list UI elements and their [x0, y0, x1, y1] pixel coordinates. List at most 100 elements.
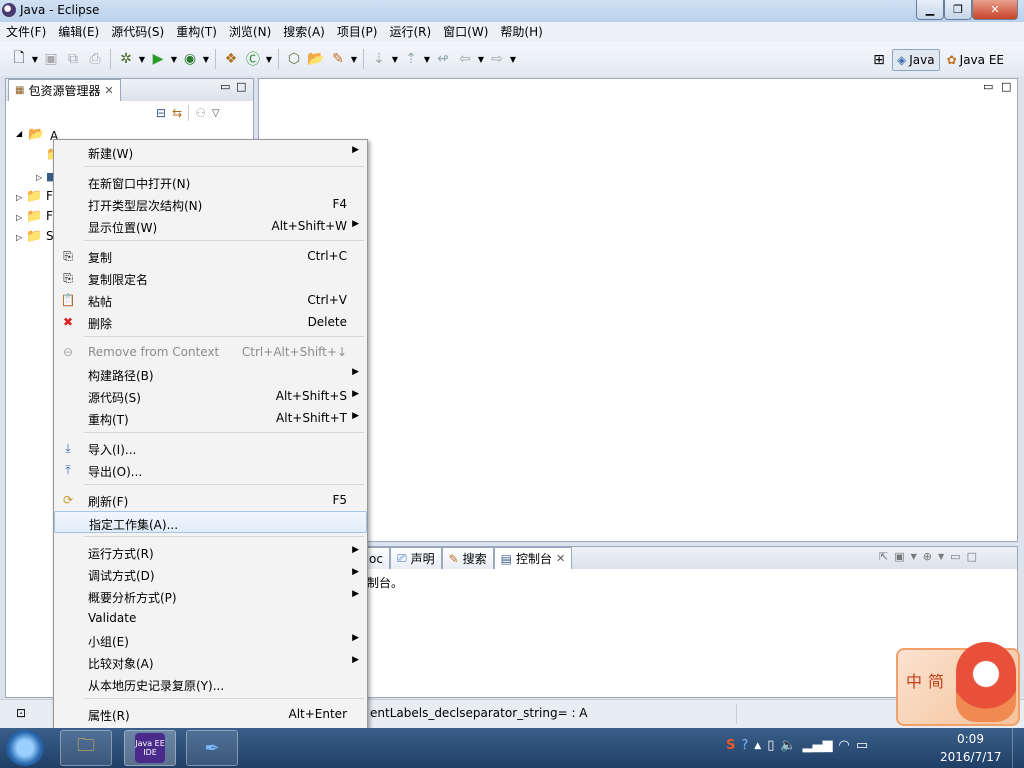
- save-icon[interactable]: ▣: [40, 48, 62, 70]
- context-menu-item[interactable]: ⎘ 复制 Ctrl+C: [54, 245, 367, 267]
- dropdown-arrow-icon[interactable]: ▼: [349, 48, 359, 70]
- external-tools-icon[interactable]: ◉: [179, 48, 201, 70]
- tab-package-explorer[interactable]: ▦ 包资源管理器 ✕: [8, 79, 121, 101]
- dropdown-arrow-icon[interactable]: ▼: [169, 48, 179, 70]
- tray-expand-icon[interactable]: ▲: [754, 741, 761, 751]
- context-menu-item[interactable]: 指定工作集(A)...: [54, 511, 367, 533]
- expanded-arrow-icon[interactable]: ◢: [16, 129, 22, 138]
- collapsed-arrow-icon[interactable]: ▷: [16, 193, 22, 202]
- open-folder-icon[interactable]: 📂: [305, 48, 327, 70]
- tab-console[interactable]: ▤ 控制台 ✕: [493, 547, 573, 569]
- menu-navigate[interactable]: 浏览(N): [223, 22, 277, 42]
- tab-search[interactable]: ✎ 搜索: [441, 547, 494, 569]
- context-menu-item[interactable]: 比较对象(A) ▶: [54, 651, 367, 673]
- context-menu-item[interactable]: ⟳ 刷新(F) F5: [54, 489, 367, 511]
- display-console-icon[interactable]: ▣: [894, 550, 904, 563]
- ime-mode-label[interactable]: 中: [906, 668, 922, 692]
- dropdown-arrow-icon[interactable]: ▼: [476, 48, 486, 70]
- dropdown-arrow-icon[interactable]: ▼: [911, 552, 917, 561]
- perspective-javaee[interactable]: ✿ Java EE: [942, 49, 1009, 71]
- close-tab-icon[interactable]: ✕: [104, 84, 113, 97]
- menu-search[interactable]: 搜索(A): [277, 22, 331, 42]
- collapse-all-icon[interactable]: ⊟: [156, 106, 166, 120]
- context-menu-item[interactable]: 📋 粘帖 Ctrl+V: [54, 289, 367, 311]
- menu-project[interactable]: 项目(P): [331, 22, 384, 42]
- search-pencil-icon[interactable]: ✎: [327, 48, 349, 70]
- menu-edit[interactable]: 编辑(E): [52, 22, 105, 42]
- pin-console-icon[interactable]: ⇱: [879, 550, 888, 563]
- taskbar-explorer-icon[interactable]: 🗀: [60, 730, 112, 766]
- context-menu-item[interactable]: 小组(E) ▶: [54, 629, 367, 651]
- context-menu-item[interactable]: 属性(R) Alt+Enter: [54, 703, 367, 725]
- volume-icon[interactable]: 🔈: [780, 738, 796, 753]
- context-menu-item[interactable]: 在新窗口中打开(N): [54, 171, 367, 193]
- context-menu-item[interactable]: 重构(T) Alt+Shift+T ▶: [54, 407, 367, 429]
- dropdown-arrow-icon[interactable]: ▼: [508, 48, 518, 70]
- clock-time[interactable]: 0:09: [957, 732, 984, 746]
- sogou-icon[interactable]: S: [726, 738, 735, 753]
- link-editor-icon[interactable]: ⇆: [172, 106, 182, 120]
- open-type-icon[interactable]: ⬡: [283, 48, 305, 70]
- clock-date[interactable]: 2016/7/17: [940, 750, 1002, 764]
- last-edit-icon[interactable]: ↫: [432, 48, 454, 70]
- maximize-view-icon[interactable]: □: [967, 550, 977, 563]
- minimize-button[interactable]: ▁: [916, 0, 944, 20]
- context-menu-item[interactable]: 构建路径(B) ▶: [54, 363, 367, 385]
- prev-annotation-icon[interactable]: ⇡: [400, 48, 422, 70]
- menu-help[interactable]: 帮助(H): [494, 22, 548, 42]
- debug-icon[interactable]: ✲: [115, 48, 137, 70]
- forward-icon[interactable]: ⇨: [486, 48, 508, 70]
- menu-refactor[interactable]: 重构(T): [170, 22, 223, 42]
- ime-widget[interactable]: 中 简: [896, 642, 1020, 726]
- print-icon[interactable]: ⎙: [84, 48, 106, 70]
- view-menu-icon[interactable]: ▽: [212, 108, 220, 119]
- maximize-button[interactable]: ❐: [944, 0, 972, 20]
- context-menu-item[interactable]: 新建(W) ▶: [54, 141, 367, 163]
- taskbar-javaee-ide[interactable]: Java EE IDE: [124, 730, 176, 766]
- focus-task-icon[interactable]: ⚇: [195, 106, 206, 120]
- save-all-icon[interactable]: ⧉: [62, 48, 84, 70]
- context-menu-item[interactable]: Validate: [54, 607, 367, 629]
- context-menu-item[interactable]: ✖ 删除 Delete: [54, 311, 367, 333]
- menu-run[interactable]: 运行(R): [383, 22, 437, 42]
- menu-window[interactable]: 窗口(W): [437, 22, 494, 42]
- new-package-icon[interactable]: ❖: [220, 48, 242, 70]
- open-console-icon[interactable]: ⊕: [923, 550, 932, 563]
- context-menu-item[interactable]: 源代码(S) Alt+Shift+S ▶: [54, 385, 367, 407]
- menu-source[interactable]: 源代码(S): [105, 22, 170, 42]
- dropdown-arrow-icon[interactable]: ▼: [137, 48, 147, 70]
- device-icon[interactable]: ▯: [767, 738, 774, 753]
- help-icon[interactable]: ?: [741, 738, 748, 753]
- next-annotation-icon[interactable]: ⇣: [368, 48, 390, 70]
- dropdown-arrow-icon[interactable]: ▼: [422, 48, 432, 70]
- collapsed-arrow-icon[interactable]: ▷: [16, 233, 22, 242]
- dropdown-arrow-icon[interactable]: ▼: [30, 48, 40, 70]
- minimize-view-icon[interactable]: ▭: [220, 80, 230, 93]
- maximize-view-icon[interactable]: □: [1001, 80, 1011, 93]
- dropdown-arrow-icon[interactable]: ▼: [390, 48, 400, 70]
- context-menu-item[interactable]: 打开类型层次结构(N) F4: [54, 193, 367, 215]
- taskbar-feather-icon[interactable]: ✒: [186, 730, 238, 766]
- open-perspective-icon[interactable]: ⊞: [868, 49, 890, 71]
- dropdown-arrow-icon[interactable]: ▼: [264, 48, 274, 70]
- context-menu-item[interactable]: ⤒ 导出(O)...: [54, 459, 367, 481]
- context-menu-item[interactable]: 从本地历史记录复原(Y)...: [54, 673, 367, 695]
- minimize-view-icon[interactable]: ▭: [983, 80, 993, 93]
- ime-simplified-label[interactable]: 简: [928, 668, 944, 692]
- close-button[interactable]: ✕: [972, 0, 1018, 20]
- context-menu-item[interactable]: 显示位置(W) Alt+Shift+W ▶: [54, 215, 367, 237]
- minimize-view-icon[interactable]: ▭: [950, 550, 960, 563]
- context-menu-item[interactable]: ⤓ 导入(I)...: [54, 437, 367, 459]
- back-icon[interactable]: ⇦: [454, 48, 476, 70]
- collapsed-arrow-icon[interactable]: ▷: [36, 173, 42, 182]
- new-class-icon[interactable]: Ⓒ: [242, 48, 264, 70]
- fast-view-icon[interactable]: ⊡: [16, 706, 26, 720]
- wifi-icon[interactable]: ◠: [839, 738, 850, 753]
- new-wizard-icon[interactable]: 🗋: [8, 48, 30, 70]
- context-menu-item[interactable]: ⊖ Remove from Context Ctrl+Alt+Shift+↓: [54, 341, 367, 363]
- close-tab-icon[interactable]: ✕: [556, 552, 565, 565]
- tab-declaration[interactable]: ⎚ 声明: [389, 547, 442, 569]
- dropdown-arrow-icon[interactable]: ▼: [201, 48, 211, 70]
- context-menu-item[interactable]: 运行方式(R) ▶: [54, 541, 367, 563]
- network-icon[interactable]: ▭: [856, 738, 868, 753]
